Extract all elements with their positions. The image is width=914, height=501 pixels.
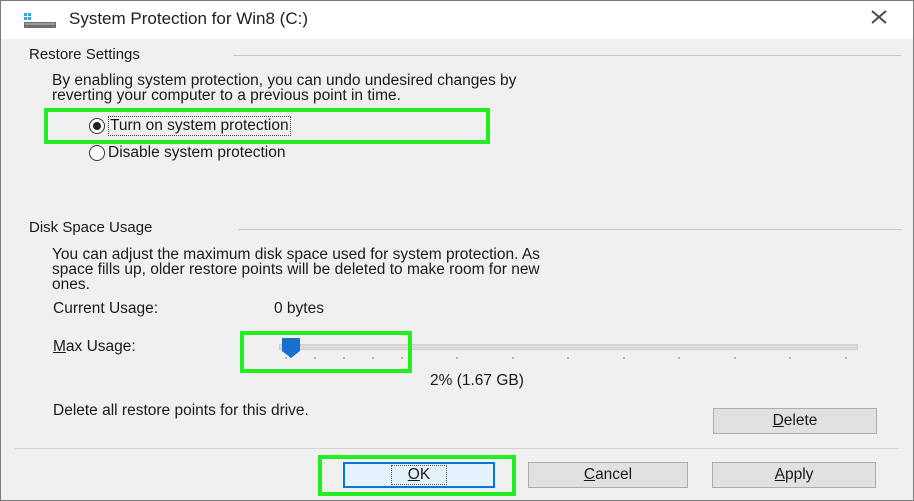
slider-tick xyxy=(401,357,403,359)
current-usage-value: 0 bytes xyxy=(274,300,324,317)
disk-description-line: ones. xyxy=(52,276,90,293)
ok-button-label: OK xyxy=(390,465,448,485)
drive-icon xyxy=(24,13,56,28)
radio-disable-protection[interactable]: Disable system protection xyxy=(89,142,285,164)
max-usage-slider-thumb[interactable] xyxy=(280,337,302,359)
max-usage-label-rest: ax Usage: xyxy=(65,338,136,355)
radio-label-off[interactable]: Disable system protection xyxy=(108,144,285,162)
slider-tick xyxy=(845,357,847,359)
close-button[interactable] xyxy=(859,3,899,31)
disk-description-line: You can adjust the maximum disk space us… xyxy=(52,246,540,263)
slider-tick xyxy=(623,357,625,359)
slider-tick xyxy=(678,357,680,359)
delete-description: Delete all restore points for this drive… xyxy=(53,402,309,419)
max-usage-label: Max Usage: xyxy=(53,338,136,355)
slider-tick xyxy=(314,357,316,359)
apply-button[interactable]: Apply xyxy=(712,462,876,488)
group-divider xyxy=(239,229,901,230)
window-title: System Protection for Win8 (C:) xyxy=(69,9,309,28)
slider-tick xyxy=(567,357,569,359)
radio-button-unselected[interactable] xyxy=(89,145,105,161)
disk-space-heading: Disk Space Usage xyxy=(29,219,153,236)
restore-description: By enabling system protection, you can u… xyxy=(52,72,517,104)
slider-tick xyxy=(343,357,345,359)
max-usage-value: 2% (1.67 GB) xyxy=(430,372,524,389)
close-icon xyxy=(871,10,887,24)
restore-description-line: reverting your computer to a previous po… xyxy=(52,87,401,104)
slider-tick xyxy=(789,357,791,359)
disk-description: You can adjust the maximum disk space us… xyxy=(52,246,540,293)
ok-button[interactable]: OK xyxy=(343,462,495,488)
max-usage-slider-track[interactable] xyxy=(279,344,858,350)
title-bar[interactable]: System Protection for Win8 (C:) xyxy=(1,1,913,39)
delete-button-label: Delete xyxy=(772,412,818,429)
slider-tick xyxy=(372,357,374,359)
disk-description-line: space fills up, older restore points wil… xyxy=(52,261,540,278)
highlight-max-usage xyxy=(240,331,412,373)
radio-turn-on-protection[interactable]: Turn on system protection xyxy=(89,115,291,137)
delete-button[interactable]: Delete xyxy=(713,408,877,434)
restore-description-line: By enabling system protection, you can u… xyxy=(52,72,517,89)
bottom-separator xyxy=(15,448,899,449)
slider-tick xyxy=(512,357,514,359)
cancel-button-label: Cancel xyxy=(583,466,633,483)
radio-label-on[interactable]: Turn on system protection xyxy=(108,116,291,136)
group-divider xyxy=(233,55,901,56)
slider-tick xyxy=(456,357,458,359)
restore-settings-heading: Restore Settings xyxy=(29,46,140,63)
cancel-button[interactable]: Cancel xyxy=(528,462,688,488)
radio-button-selected[interactable] xyxy=(89,118,105,134)
apply-button-label: Apply xyxy=(774,466,814,483)
dialog-window: System Protection for Win8 (C:) Restore … xyxy=(0,0,914,501)
current-usage-label: Current Usage: xyxy=(53,300,159,317)
slider-tick xyxy=(734,357,736,359)
